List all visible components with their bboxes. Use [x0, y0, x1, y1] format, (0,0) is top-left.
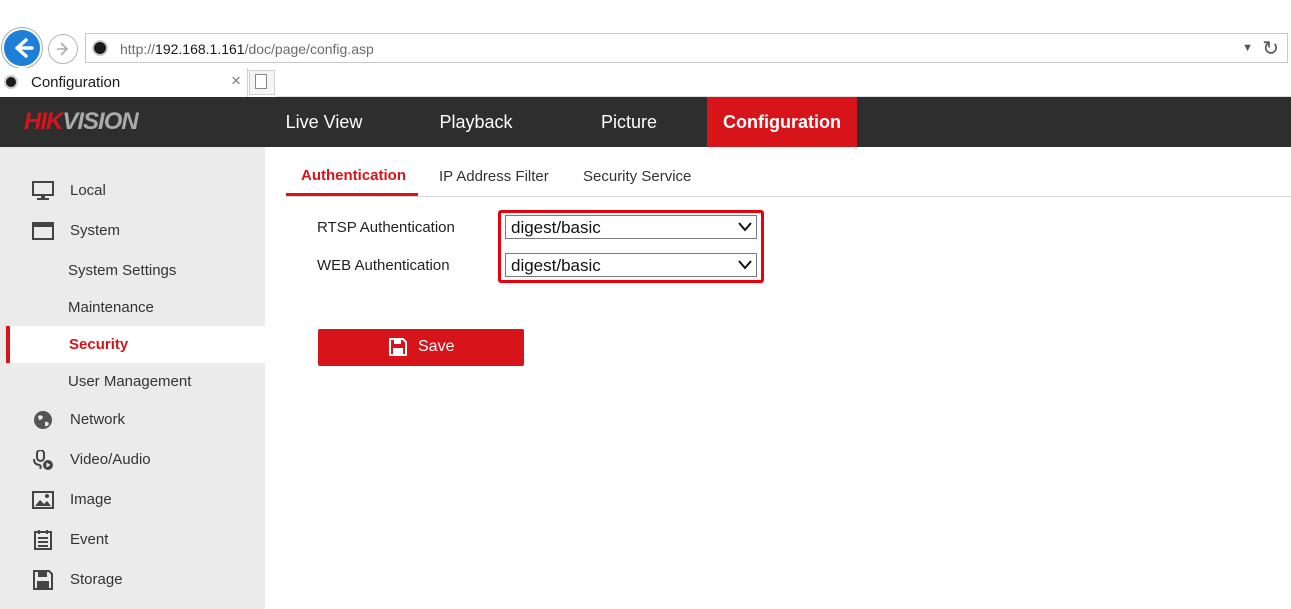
rtsp-authentication-value: digest/basic [511, 218, 601, 237]
arrow-left-icon [15, 38, 34, 58]
monitor-icon [32, 181, 54, 200]
tab-authentication[interactable]: Authentication [301, 167, 406, 184]
tab-title: Configuration [31, 74, 121, 91]
save-button-label: Save [418, 338, 455, 355]
web-authentication-value: digest/basic [511, 256, 601, 275]
sidebar-item-maintenance[interactable]: Maintenance [0, 289, 265, 326]
sidebar-item-label: Storage [70, 571, 123, 588]
calendar-icon [34, 530, 52, 550]
close-icon[interactable]: × [231, 71, 241, 91]
save-button[interactable]: Save [318, 329, 524, 366]
sidebar-item-label: Local [70, 182, 106, 199]
nav-playback[interactable]: Playback [414, 97, 538, 147]
sidebar-item-user-management[interactable]: User Management [0, 363, 265, 400]
active-tab-indicator [286, 193, 418, 196]
chevron-down-icon [738, 222, 752, 232]
new-tab-button[interactable] [249, 70, 275, 95]
sidebar-item-local[interactable]: Local [0, 172, 265, 210]
sidebar-item-label: Video/Audio [70, 451, 151, 468]
browser-tab[interactable]: Configuration × [0, 68, 248, 97]
arrow-right-icon [57, 42, 69, 56]
tab-favicon-icon [4, 75, 18, 89]
back-button[interactable] [2, 28, 42, 68]
tab-ip-address-filter[interactable]: IP Address Filter [439, 168, 549, 185]
sidebar-item-image[interactable]: Image [0, 481, 265, 519]
sidebar-item-network[interactable]: Network [0, 401, 265, 439]
sidebar-item-storage[interactable]: Storage [0, 561, 265, 599]
new-tab-icon [255, 74, 267, 89]
floppy-disk-icon [33, 570, 53, 590]
sidebar-item-label: Maintenance [68, 299, 154, 316]
chevron-down-icon[interactable]: ▼ [1242, 42, 1253, 54]
sidebar-item-video-audio[interactable]: Video/Audio [0, 441, 265, 479]
globe-icon [34, 411, 52, 429]
sidebar: Local System System Settings Maintenance… [0, 147, 265, 609]
url-text: http://192.168.1.161/doc/page/config.asp [120, 41, 374, 57]
rtsp-authentication-select[interactable]: digest/basic [505, 215, 757, 239]
sidebar-item-label: Event [70, 531, 109, 548]
nav-live-view[interactable]: Live View [262, 97, 386, 147]
sidebar-item-label: User Management [68, 373, 192, 390]
microphone-icon [33, 450, 53, 470]
tab-security-service[interactable]: Security Service [583, 168, 691, 185]
hikvision-logo: HIKVISION [24, 108, 139, 135]
refresh-icon[interactable]: ↻ [1262, 36, 1279, 61]
floppy-disk-icon [389, 338, 407, 356]
window-icon [32, 222, 54, 240]
sidebar-item-label: Network [70, 411, 126, 428]
sidebar-item-label: Image [70, 491, 112, 508]
chevron-down-icon [738, 260, 752, 270]
security-tabs: Authentication IP Address Filter Securit… [286, 160, 1291, 197]
sidebar-item-event[interactable]: Event [0, 521, 265, 559]
sidebar-item-label: System Settings [68, 262, 177, 279]
main-content: Authentication IP Address Filter Securit… [265, 147, 1291, 609]
image-icon [32, 491, 54, 509]
site-favicon-icon [92, 40, 108, 56]
sidebar-item-label: System [70, 222, 121, 239]
sidebar-item-system[interactable]: System [0, 212, 265, 250]
sidebar-item-system-settings[interactable]: System Settings [0, 252, 265, 289]
sidebar-item-security[interactable]: Security [6, 326, 265, 363]
nav-picture[interactable]: Picture [567, 97, 691, 147]
rtsp-authentication-label: RTSP Authentication [317, 219, 455, 236]
address-bar[interactable]: http://192.168.1.161/doc/page/config.asp… [85, 33, 1288, 63]
nav-configuration[interactable]: Configuration [707, 97, 857, 147]
browser-toolbar: http://192.168.1.161/doc/page/config.asp… [0, 0, 1291, 97]
web-authentication-label: WEB Authentication [317, 257, 450, 274]
web-authentication-select[interactable]: digest/basic [505, 253, 757, 277]
forward-button[interactable] [48, 34, 78, 64]
sidebar-item-label: Security [69, 336, 129, 353]
app-header: HIKVISION Live View Playback Picture Con… [0, 97, 1291, 147]
